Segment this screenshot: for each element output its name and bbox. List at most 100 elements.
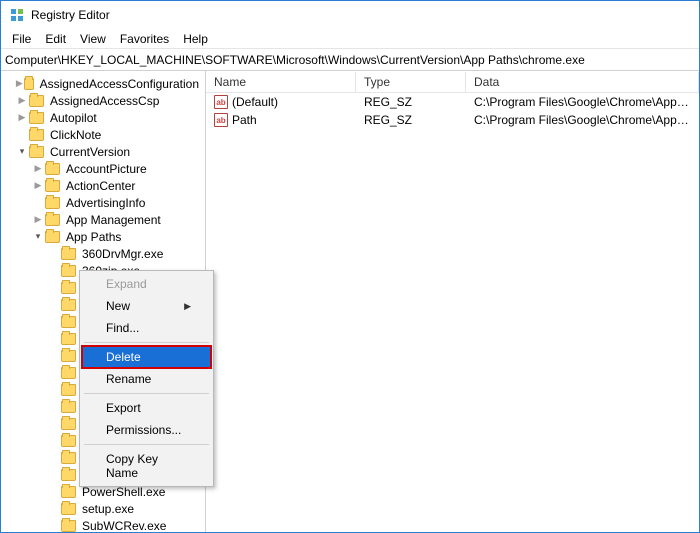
folder-icon [45, 197, 60, 209]
value-type: REG_SZ [356, 95, 466, 109]
value-data: C:\Program Files\Google\Chrome\Applicati… [466, 95, 699, 109]
value-type: REG_SZ [356, 113, 466, 127]
ctx-export[interactable]: Export [82, 397, 211, 419]
folder-icon [61, 401, 76, 413]
string-value-icon: ab [214, 95, 228, 109]
window-title: Registry Editor [31, 8, 110, 22]
value-name: (Default) [232, 95, 278, 109]
column-type[interactable]: Type [356, 72, 466, 92]
folder-icon [61, 282, 76, 294]
folder-icon [45, 214, 60, 226]
tree-item[interactable]: 360DrvMgr.exe [1, 245, 205, 262]
folder-icon [29, 112, 44, 124]
address-text: Computer\HKEY_LOCAL_MACHINE\SOFTWARE\Mic… [5, 53, 585, 67]
ctx-find[interactable]: Find... [82, 317, 211, 339]
tree-item[interactable]: ▶ App Management [1, 211, 205, 228]
folder-icon [24, 78, 34, 90]
column-name[interactable]: Name [206, 72, 356, 92]
folder-icon [61, 452, 76, 464]
column-headers: Name Type Data [206, 71, 699, 93]
column-data[interactable]: Data [466, 72, 699, 92]
tree-item-label: AssignedAccessCsp [48, 94, 161, 108]
folder-icon [61, 333, 76, 345]
menu-edit[interactable]: Edit [38, 30, 73, 48]
tree-item-label: AssignedAccessConfiguration [38, 77, 201, 91]
submenu-arrow-icon: ▶ [184, 301, 191, 312]
folder-icon [61, 469, 76, 481]
folder-icon [45, 163, 60, 175]
title-bar: Registry Editor [1, 1, 699, 29]
folder-icon [61, 435, 76, 447]
expand-icon[interactable]: ▶ [15, 78, 24, 89]
collapse-icon[interactable]: ▾ [15, 146, 29, 157]
value-name: Path [232, 113, 257, 127]
tree-item-label: SubWCRev.exe [80, 519, 168, 533]
ctx-separator [84, 393, 209, 394]
tree-item-label: App Management [64, 213, 163, 227]
folder-icon [61, 503, 76, 515]
tree-item[interactable]: ClickNote [1, 126, 205, 143]
expand-icon[interactable]: ▶ [31, 163, 45, 174]
folder-icon [61, 299, 76, 311]
tree-item[interactable]: setup.exe [1, 500, 205, 517]
ctx-expand[interactable]: Expand [82, 273, 211, 295]
tree-item[interactable]: ▶ ActionCenter [1, 177, 205, 194]
folder-icon [61, 520, 76, 532]
folder-icon [61, 367, 76, 379]
menu-bar: File Edit View Favorites Help [1, 29, 699, 49]
value-row[interactable]: ab (Default) REG_SZC:\Program Files\Google… [206, 93, 699, 111]
folder-icon [61, 316, 76, 328]
tree-item-label: setup.exe [80, 502, 136, 516]
expand-icon[interactable]: ▶ [31, 214, 45, 225]
folder-icon [61, 248, 76, 260]
tree-item-label: ClickNote [48, 128, 103, 142]
folder-icon [45, 180, 60, 192]
string-value-icon: ab [214, 113, 228, 127]
tree-item[interactable]: AdvertisingInfo [1, 194, 205, 211]
tree-item[interactable]: ▾ App Paths [1, 228, 205, 245]
tree-item-label: 360DrvMgr.exe [80, 247, 165, 261]
ctx-separator [84, 342, 209, 343]
folder-icon [29, 146, 44, 158]
folder-icon [61, 350, 76, 362]
tree-item[interactable]: SubWCRev.exe [1, 517, 205, 532]
tree-item-label: Autopilot [48, 111, 99, 125]
tree-item[interactable]: ▶ AssignedAccessCsp [1, 92, 205, 109]
regedit-icon [9, 7, 25, 23]
expand-icon[interactable]: ▶ [31, 180, 45, 191]
address-bar[interactable]: Computer\HKEY_LOCAL_MACHINE\SOFTWARE\Mic… [1, 49, 699, 71]
tree-item[interactable]: ▾ CurrentVersion [1, 143, 205, 160]
value-row[interactable]: ab Path REG_SZC:\Program Files\Google\Chro… [206, 111, 699, 129]
ctx-delete[interactable]: Delete [82, 346, 211, 368]
folder-icon [61, 486, 76, 498]
folder-icon [61, 418, 76, 430]
folder-icon [61, 265, 76, 277]
menu-file[interactable]: File [5, 30, 38, 48]
collapse-icon[interactable]: ▾ [31, 231, 45, 242]
tree-item[interactable]: ▶ Autopilot [1, 109, 205, 126]
ctx-copy-key-name[interactable]: Copy Key Name [82, 448, 211, 484]
ctx-separator [84, 444, 209, 445]
context-menu: Expand New▶ Find... Delete Rename Export… [79, 270, 214, 487]
value-data: C:\Program Files\Google\Chrome\Applicati… [466, 113, 699, 127]
tree-item[interactable]: ▶ AssignedAccessConfiguration [1, 75, 205, 92]
tree-item-label: AccountPicture [64, 162, 149, 176]
tree-item-label: App Paths [64, 230, 123, 244]
tree-item-label: ActionCenter [64, 179, 137, 193]
folder-icon [45, 231, 60, 243]
expand-icon[interactable]: ▶ [15, 95, 29, 106]
ctx-rename[interactable]: Rename [82, 368, 211, 390]
menu-help[interactable]: Help [176, 30, 215, 48]
tree-item[interactable]: ▶ AccountPicture [1, 160, 205, 177]
tree-item-label: AdvertisingInfo [64, 196, 147, 210]
ctx-permissions[interactable]: Permissions... [82, 419, 211, 441]
values-pane[interactable]: Name Type Data ab (Default) REG_SZC:\Progr… [206, 71, 699, 532]
folder-icon [29, 95, 44, 107]
ctx-new[interactable]: New▶ [82, 295, 211, 317]
menu-favorites[interactable]: Favorites [113, 30, 176, 48]
folder-icon [61, 384, 76, 396]
folder-icon [29, 129, 44, 141]
expand-icon[interactable]: ▶ [15, 112, 29, 123]
tree-item-label: CurrentVersion [48, 145, 132, 159]
menu-view[interactable]: View [73, 30, 113, 48]
